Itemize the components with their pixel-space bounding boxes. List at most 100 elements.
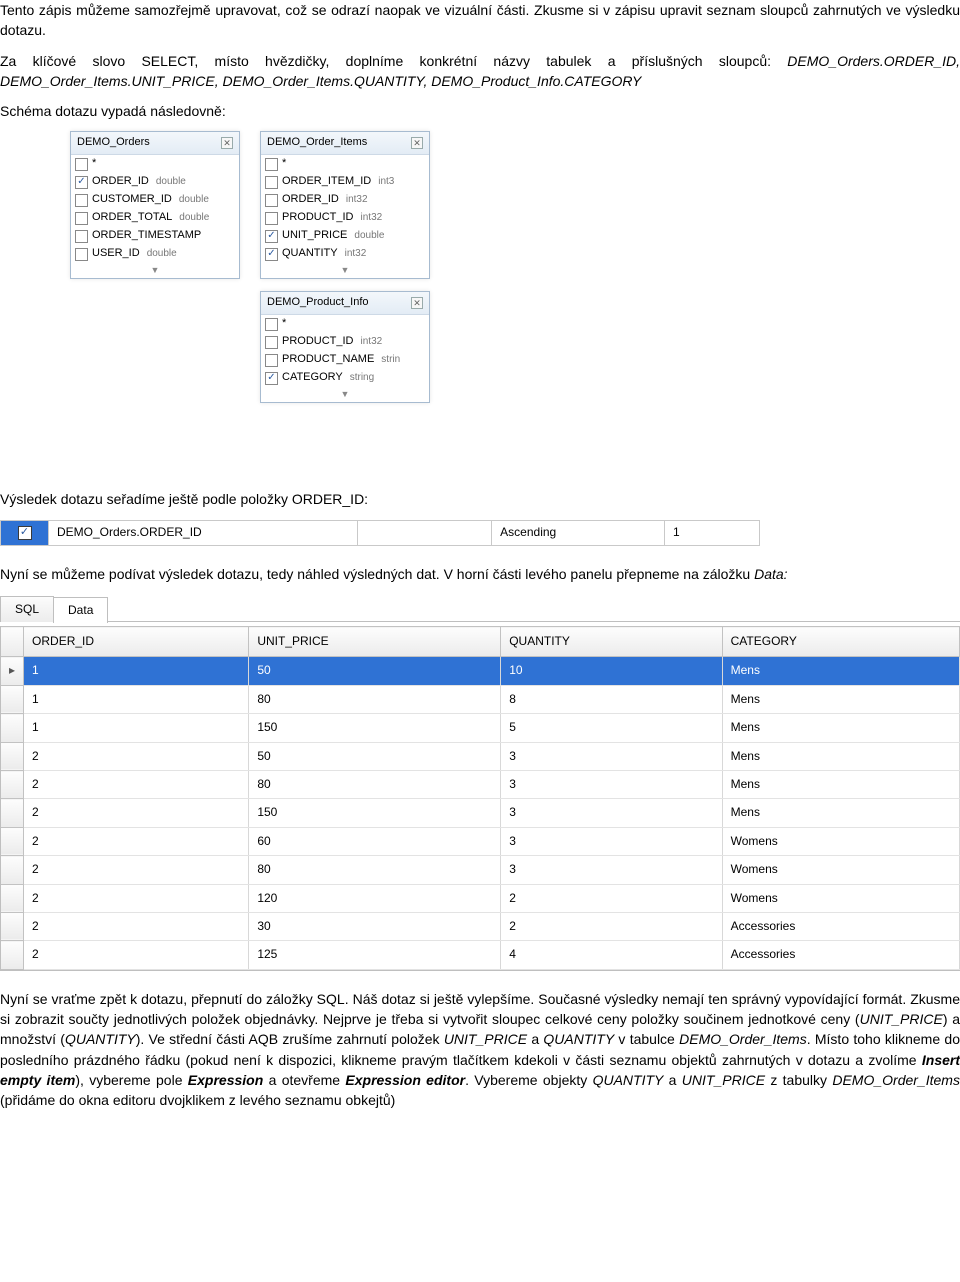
db-column-row[interactable]: ✓ORDER_IDdouble xyxy=(71,173,239,191)
grid-header[interactable]: QUANTITY xyxy=(501,627,722,657)
grid-cell[interactable]: 3 xyxy=(501,827,722,855)
grid-cell[interactable]: 2 xyxy=(24,856,249,884)
db-column-row[interactable]: CUSTOMER_IDdouble xyxy=(71,191,239,209)
grid-cell[interactable]: 1 xyxy=(24,685,249,713)
db-table-product-info[interactable]: DEMO_Product_Info ✕ *PRODUCT_IDint32PROD… xyxy=(260,291,430,403)
grid-cell[interactable]: Accessories xyxy=(722,941,959,969)
sort-field-cell[interactable]: DEMO_Orders.ORDER_ID xyxy=(49,521,358,545)
grid-cell[interactable]: 80 xyxy=(249,685,501,713)
row-indicator[interactable] xyxy=(1,884,24,912)
db-column-row[interactable]: ✓QUANTITYint32 xyxy=(261,245,429,263)
table-row[interactable]: 2803Womens xyxy=(1,856,960,884)
checkbox-icon[interactable] xyxy=(265,318,278,331)
data-grid[interactable]: ORDER_ID UNIT_PRICE QUANTITY CATEGORY ▸1… xyxy=(1,626,960,970)
db-column-row[interactable]: * xyxy=(261,155,429,173)
grid-cell[interactable]: Mens xyxy=(722,799,959,827)
grid-cell[interactable]: 125 xyxy=(249,941,501,969)
grid-cell[interactable]: 30 xyxy=(249,912,501,940)
row-indicator[interactable] xyxy=(1,941,24,969)
sort-direction-cell[interactable]: Ascending xyxy=(492,521,665,545)
grid-cell[interactable]: 2 xyxy=(24,771,249,799)
grid-cell[interactable]: 1 xyxy=(24,714,249,742)
row-indicator[interactable] xyxy=(1,742,24,770)
db-table-orders[interactable]: DEMO_Orders ✕ *✓ORDER_IDdoubleCUSTOMER_I… xyxy=(70,131,240,279)
sort-empty-cell[interactable] xyxy=(358,521,492,545)
checkbox-icon[interactable]: ✓ xyxy=(265,372,278,385)
row-indicator[interactable] xyxy=(1,771,24,799)
checkbox-icon[interactable] xyxy=(265,212,278,225)
table-row[interactable]: 21254Accessories xyxy=(1,941,960,969)
tab-sql[interactable]: SQL xyxy=(0,596,54,622)
db-column-row[interactable]: * xyxy=(261,315,429,333)
db-column-row[interactable]: ORDER_TIMESTAMP xyxy=(71,227,239,245)
table-row[interactable]: 2302Accessories xyxy=(1,912,960,940)
table-row[interactable]: 1808Mens xyxy=(1,685,960,713)
checkbox-icon[interactable] xyxy=(75,158,88,171)
close-icon[interactable]: ✕ xyxy=(411,137,423,149)
table-row[interactable]: 2503Mens xyxy=(1,742,960,770)
db-column-row[interactable]: PRODUCT_IDint32 xyxy=(261,333,429,351)
grid-cell[interactable]: 1 xyxy=(24,657,249,685)
row-indicator[interactable] xyxy=(1,912,24,940)
grid-cell[interactable]: 10 xyxy=(501,657,722,685)
checkbox-icon[interactable] xyxy=(75,194,88,207)
db-column-row[interactable]: ORDER_IDint32 xyxy=(261,191,429,209)
grid-cell[interactable]: 80 xyxy=(249,771,501,799)
close-icon[interactable]: ✕ xyxy=(221,137,233,149)
table-row[interactable]: 21202Womens xyxy=(1,884,960,912)
grid-cell[interactable]: Mens xyxy=(722,771,959,799)
grid-header[interactable]: ORDER_ID xyxy=(24,627,249,657)
table-row[interactable]: 11505Mens xyxy=(1,714,960,742)
grid-cell[interactable]: Womens xyxy=(722,827,959,855)
close-icon[interactable]: ✕ xyxy=(411,297,423,309)
grid-cell[interactable]: 50 xyxy=(249,657,501,685)
grid-cell[interactable]: Accessories xyxy=(722,912,959,940)
grid-cell[interactable]: 2 xyxy=(501,912,722,940)
db-column-row[interactable]: USER_IDdouble xyxy=(71,245,239,263)
db-column-row[interactable]: PRODUCT_IDint32 xyxy=(261,209,429,227)
grid-cell[interactable]: Womens xyxy=(722,884,959,912)
grid-cell[interactable]: 3 xyxy=(501,742,722,770)
row-indicator[interactable]: ▸ xyxy=(1,657,24,685)
table-row[interactable]: 2603Womens xyxy=(1,827,960,855)
grid-cell[interactable]: 3 xyxy=(501,771,722,799)
checkbox-icon[interactable] xyxy=(75,230,88,243)
db-table-title[interactable]: DEMO_Orders ✕ xyxy=(71,132,239,155)
grid-cell[interactable]: 60 xyxy=(249,827,501,855)
grid-cell[interactable]: Womens xyxy=(722,856,959,884)
tab-data[interactable]: Data xyxy=(53,597,108,623)
chevron-down-icon[interactable]: ▼ xyxy=(261,263,429,278)
db-column-row[interactable]: ✓CATEGORYstring xyxy=(261,369,429,387)
checkbox-icon[interactable] xyxy=(265,194,278,207)
grid-cell[interactable]: 2 xyxy=(24,941,249,969)
grid-cell[interactable]: 150 xyxy=(249,714,501,742)
checkbox-icon[interactable] xyxy=(265,158,278,171)
grid-cell[interactable]: 3 xyxy=(501,856,722,884)
grid-cell[interactable]: 120 xyxy=(249,884,501,912)
db-column-row[interactable]: ✓UNIT_PRICEdouble xyxy=(261,227,429,245)
table-row[interactable]: 2803Mens xyxy=(1,771,960,799)
grid-cell[interactable]: 5 xyxy=(501,714,722,742)
sort-check-cell[interactable]: ✓ xyxy=(1,521,49,545)
checkbox-icon[interactable] xyxy=(75,248,88,261)
db-column-row[interactable]: * xyxy=(71,155,239,173)
grid-header[interactable]: UNIT_PRICE xyxy=(249,627,501,657)
sort-row[interactable]: ✓ DEMO_Orders.ORDER_ID Ascending 1 xyxy=(0,520,760,546)
grid-cell[interactable]: 2 xyxy=(501,884,722,912)
grid-cell[interactable]: Mens xyxy=(722,657,959,685)
grid-cell[interactable]: 4 xyxy=(501,941,722,969)
grid-cell[interactable]: 2 xyxy=(24,884,249,912)
chevron-down-icon[interactable]: ▼ xyxy=(261,387,429,402)
db-column-row[interactable]: ORDER_ITEM_IDint3 xyxy=(261,173,429,191)
grid-cell[interactable]: Mens xyxy=(722,714,959,742)
row-indicator[interactable] xyxy=(1,827,24,855)
grid-cell[interactable]: 2 xyxy=(24,742,249,770)
sort-position-cell[interactable]: 1 xyxy=(665,521,759,545)
row-indicator[interactable] xyxy=(1,685,24,713)
grid-cell[interactable]: 2 xyxy=(24,827,249,855)
row-indicator[interactable] xyxy=(1,856,24,884)
table-row[interactable]: 21503Mens xyxy=(1,799,960,827)
grid-cell[interactable]: Mens xyxy=(722,742,959,770)
row-indicator[interactable] xyxy=(1,714,24,742)
grid-header[interactable]: CATEGORY xyxy=(722,627,959,657)
